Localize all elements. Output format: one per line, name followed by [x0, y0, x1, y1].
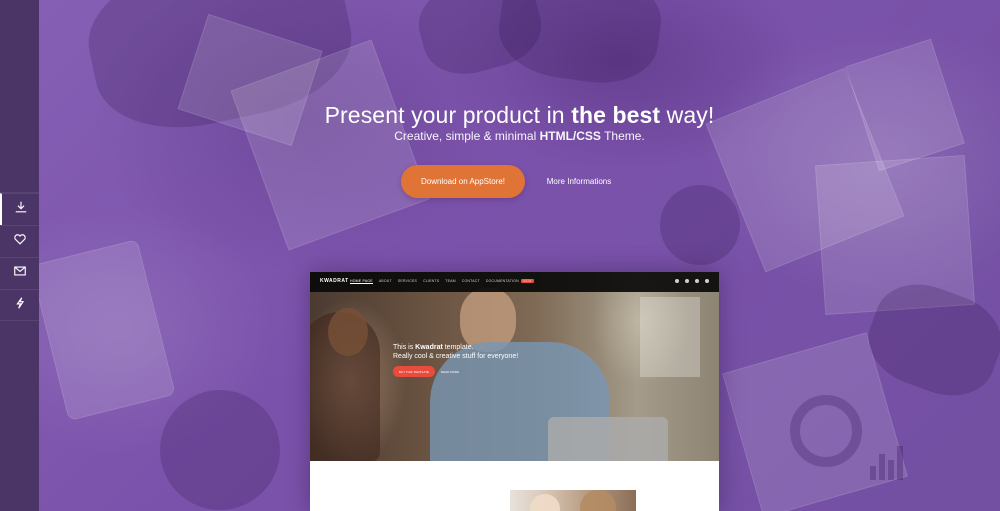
- hero-subheadline: Creative, simple & minimal HTML/CSS Them…: [394, 129, 645, 143]
- bg-bar-chart: [870, 440, 910, 480]
- sidebar-bolt-button[interactable]: [0, 289, 39, 321]
- preview-subtitle: Really cool & creative stuff for everyon…: [393, 353, 519, 360]
- preview-menu: HOME PAGE ABOUT SERVICES CLIENTS TEAM CO…: [350, 279, 534, 284]
- preview-face-left: [328, 308, 368, 356]
- template-preview: KWADRAT HOME PAGE ABOUT SERVICES CLIENTS…: [310, 272, 719, 511]
- bg-tablet-left: [30, 239, 176, 421]
- preview-hero: KWADRAT HOME PAGE ABOUT SERVICES CLIENTS…: [310, 272, 719, 461]
- preview-menu-item: TEAM: [445, 279, 456, 283]
- preview-readmore-link: READ MORE: [440, 369, 460, 374]
- hero-headline: Present your product in the best way!: [324, 102, 715, 128]
- preview-team-photo: [510, 490, 636, 511]
- preview-new-badge: NEW: [520, 279, 534, 283]
- preview-navbar: KWADRAT HOME PAGE ABOUT SERVICES CLIENTS…: [310, 272, 719, 292]
- sidebar-divider: [0, 320, 39, 321]
- mail-icon: [13, 264, 27, 283]
- preview-menu-item: CONTACT: [461, 279, 480, 283]
- sidebar: [0, 0, 39, 511]
- sidebar-mail-button[interactable]: [0, 257, 39, 289]
- preview-title: This is Kwadrat template.: [393, 344, 474, 351]
- twitter-icon: [685, 279, 689, 283]
- preview-menu-item: DOCUMENTATION NEW: [485, 279, 534, 283]
- preview-laptop: [548, 417, 668, 461]
- download-appstore-button[interactable]: Download on AppStore!: [401, 165, 525, 198]
- sidebar-download-button[interactable]: [0, 193, 39, 225]
- preview-menu-item: SERVICES: [397, 279, 418, 283]
- bg-pie-chart: [790, 395, 862, 467]
- more-informations-link[interactable]: More Informations: [528, 165, 630, 198]
- dribbble-icon: [695, 279, 699, 283]
- preview-buy-button: BUY THIS TEMPLATE: [393, 366, 435, 377]
- sidebar-favorite-button[interactable]: [0, 225, 39, 257]
- heart-icon: [13, 232, 27, 251]
- preview-menu-item: HOME PAGE: [350, 279, 373, 284]
- preview-brand: KWADRAT: [320, 278, 349, 284]
- bg-plant: [160, 390, 280, 510]
- download-icon: [14, 200, 28, 219]
- bg-coffee-cup: [660, 185, 740, 265]
- preview-social-icons: [675, 279, 709, 283]
- bg-hand: [410, 0, 550, 84]
- preview-menu-item: CLIENTS: [423, 279, 440, 283]
- preview-window: [640, 297, 700, 377]
- bolt-icon: [13, 296, 27, 315]
- preview-menu-item: ABOUT: [378, 279, 392, 283]
- search-icon: [705, 279, 709, 283]
- facebook-icon: [675, 279, 679, 283]
